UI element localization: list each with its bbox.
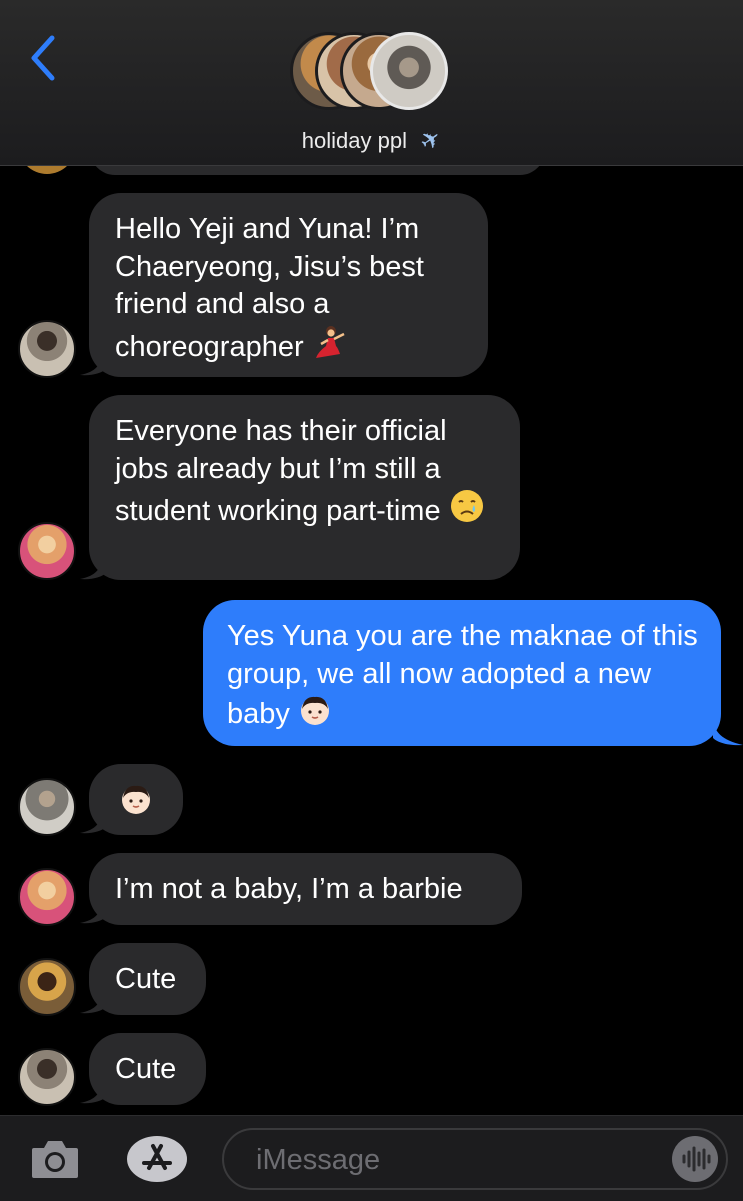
sender-avatar[interactable] (18, 958, 76, 1016)
conversation-title[interactable]: holiday ppl ✈ (0, 123, 743, 158)
waveform-icon (682, 1146, 711, 1172)
compose-bar (0, 1115, 743, 1201)
camera-button[interactable] (30, 1136, 80, 1182)
conversation-header: holiday ppl ✈ (0, 0, 743, 166)
message-bubble[interactable]: I’m not a baby, I’m a barbie (89, 853, 522, 925)
chevron-left-icon (31, 35, 55, 81)
baby-emoji (119, 782, 153, 827)
sender-avatar[interactable] (18, 522, 76, 580)
audio-message-button[interactable] (672, 1136, 718, 1182)
app-store-icon (127, 1136, 187, 1182)
message-bubble[interactable] (89, 764, 183, 835)
sender-avatar[interactable] (18, 1048, 76, 1106)
bubble-tail (713, 720, 743, 746)
group-member-avatar (370, 32, 448, 110)
sender-avatar[interactable] (18, 868, 76, 926)
message-bubble[interactable]: Cute (89, 943, 206, 1015)
message-text: Cute (115, 963, 177, 995)
message-bubble[interactable]: Hello Yeji and Yuna! I’m Chaeryeong, Jis… (89, 193, 488, 377)
message-text: Cute (115, 1053, 177, 1085)
message-bubble[interactable]: Everyone has their official jobs already… (89, 395, 520, 580)
sender-avatar[interactable] (18, 778, 76, 836)
message-thread[interactable]: Hello Yeji and Yuna! I’m Chaeryeong, Jis… (0, 0, 743, 1115)
app-store-button[interactable] (125, 1134, 189, 1184)
camera-icon (32, 1141, 78, 1178)
sender-avatar[interactable] (18, 320, 76, 378)
message-text: Everyone has their official jobs already… (115, 415, 447, 527)
crying-face-emoji (449, 488, 485, 535)
dancer-emoji (312, 324, 348, 371)
message-text: Hello Yeji and Yuna! I’m Chaeryeong, Jis… (115, 213, 424, 363)
message-input-field[interactable] (222, 1128, 728, 1190)
group-name: holiday ppl (301, 128, 407, 153)
back-button[interactable] (22, 30, 62, 86)
baby-emoji (298, 693, 332, 738)
message-bubble[interactable]: Yes Yuna you are the maknae of this grou… (203, 600, 721, 746)
message-bubble[interactable]: Cute (89, 1033, 206, 1105)
airplane-icon: ✈ (415, 123, 448, 158)
message-input[interactable] (254, 1140, 658, 1180)
group-avatars[interactable] (290, 32, 460, 114)
message-text: I’m not a baby, I’m a barbie (115, 873, 463, 905)
